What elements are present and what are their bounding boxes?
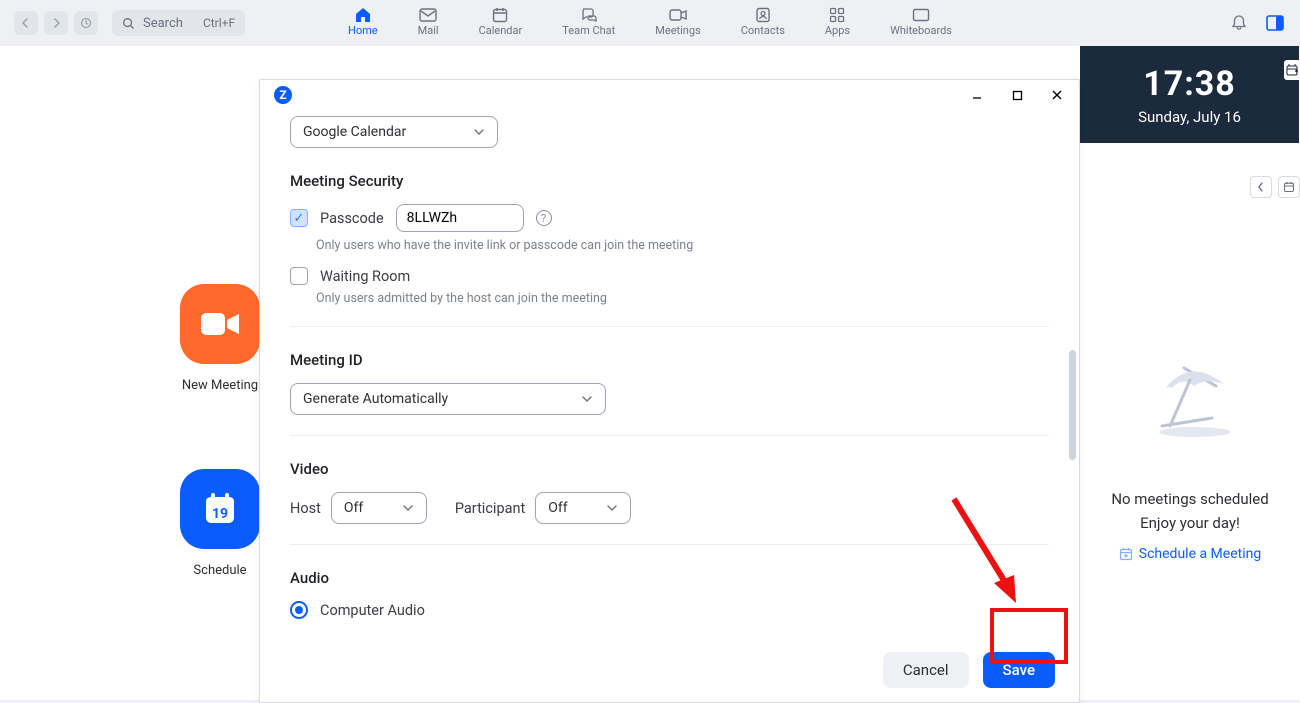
waiting-room-hint: Only users admitted by the host can join… — [316, 291, 1049, 306]
waiting-room-label: Waiting Room — [320, 268, 410, 285]
forward-button[interactable] — [44, 11, 68, 35]
mail-icon — [418, 6, 438, 24]
meeting-id-value: Generate Automatically — [303, 391, 448, 407]
side-panel: No meetings scheduled Enjoy your day! Sc… — [1080, 176, 1300, 562]
tab-teamchat[interactable]: Team Chat — [562, 6, 615, 37]
schedule-label: Schedule — [193, 563, 246, 578]
video-participant-label: Participant — [455, 500, 525, 517]
meeting-id-select[interactable]: Generate Automatically — [290, 383, 606, 415]
dialog-scrollbar[interactable] — [1069, 350, 1076, 460]
zoom-logo-icon: Z — [274, 86, 292, 104]
tab-label: Meetings — [655, 24, 700, 37]
calendar-select-value: Google Calendar — [303, 124, 406, 140]
tab-home[interactable]: Home — [348, 6, 378, 37]
chevron-down-icon — [473, 124, 485, 140]
contacts-icon — [753, 6, 773, 24]
chat-icon — [579, 6, 599, 24]
side-today-button[interactable] — [1278, 176, 1300, 198]
tab-label: Mail — [418, 24, 439, 37]
search-icon — [122, 17, 135, 30]
tab-label: Team Chat — [562, 24, 615, 37]
chevron-down-icon — [606, 500, 618, 516]
tab-label: Home — [348, 24, 378, 37]
svg-text:19: 19 — [212, 506, 228, 522]
video-icon — [668, 6, 688, 24]
apps-icon — [827, 6, 847, 24]
calendar-plus-icon — [1119, 547, 1133, 561]
passcode-input[interactable] — [396, 204, 524, 232]
tab-apps[interactable]: Apps — [825, 6, 850, 37]
cancel-button[interactable]: Cancel — [883, 652, 969, 688]
waiting-room-checkbox[interactable] — [290, 267, 308, 285]
search-shortcut: Ctrl+F — [203, 16, 235, 30]
annotation-highlight-box — [990, 608, 1068, 664]
main-area: New Meeting 19 Schedule 17:38 Sunday, Ju… — [0, 46, 1300, 700]
search-placeholder: Search — [143, 16, 183, 31]
calendar-icon — [490, 6, 510, 24]
video-participant-select[interactable]: Off — [535, 492, 631, 524]
meeting-id-heading: Meeting ID — [290, 351, 1049, 369]
history-button[interactable] — [74, 11, 98, 35]
umbrella-icon — [1140, 362, 1240, 448]
calendar-select[interactable]: Google Calendar — [290, 116, 498, 148]
panel-toggle-icon[interactable] — [1264, 12, 1286, 34]
audio-computer-radio[interactable] — [290, 601, 308, 619]
security-heading: Meeting Security — [290, 172, 1049, 190]
clock-time: 17:38 — [1143, 64, 1236, 104]
schedule-meeting-link[interactable]: Schedule a Meeting — [1119, 546, 1261, 562]
audio-computer-label: Computer Audio — [320, 602, 425, 619]
new-meeting-label: New Meeting — [182, 378, 258, 393]
video-heading: Video — [290, 460, 1049, 478]
clock-date: Sunday, July 16 — [1138, 108, 1241, 126]
dialog-titlebar: Z — [260, 80, 1079, 110]
chevron-down-icon — [581, 391, 593, 407]
passcode-label: Passcode — [320, 210, 384, 227]
tab-contacts[interactable]: Contacts — [741, 6, 785, 37]
maximize-button[interactable] — [1009, 87, 1025, 103]
close-button[interactable] — [1049, 87, 1065, 103]
video-host-label: Host — [290, 500, 321, 517]
passcode-checkbox[interactable] — [290, 209, 308, 227]
tab-label: Apps — [825, 24, 850, 37]
app-top-bar: Search Ctrl+F Home Mail Calendar Team Ch… — [0, 0, 1300, 46]
no-meetings-line1: No meetings scheduled — [1111, 490, 1268, 508]
info-icon[interactable]: ? — [536, 210, 552, 226]
tab-whiteboards[interactable]: Whiteboards — [890, 6, 952, 37]
home-icon — [353, 6, 373, 24]
tab-meetings[interactable]: Meetings — [655, 6, 700, 37]
calendar-icon: 19 — [200, 489, 240, 529]
schedule-meeting-link-text: Schedule a Meeting — [1139, 546, 1261, 562]
main-tabs: Home Mail Calendar Team Chat Meetings Co… — [348, 0, 952, 46]
chevron-down-icon — [402, 500, 414, 516]
passcode-hint: Only users who have the invite link or p… — [316, 238, 1049, 253]
schedule-meeting-dialog: Z Google Calendar Meeting Security Passc… — [259, 79, 1080, 703]
back-button[interactable] — [14, 11, 38, 35]
video-host-select[interactable]: Off — [331, 492, 427, 524]
minimize-button[interactable] — [969, 87, 985, 103]
tab-label: Calendar — [479, 24, 523, 37]
whiteboard-icon — [911, 6, 931, 24]
dialog-footer: Cancel Save — [260, 638, 1079, 702]
notification-bell-icon[interactable] — [1228, 12, 1250, 34]
clock-panel: 17:38 Sunday, July 16 — [1080, 46, 1299, 143]
no-meetings-line2: Enjoy your day! — [1140, 514, 1240, 532]
tab-label: Contacts — [741, 24, 785, 37]
search-box[interactable]: Search Ctrl+F — [112, 10, 245, 36]
new-meeting-tile[interactable] — [180, 284, 260, 364]
add-event-icon[interactable] — [1284, 60, 1299, 80]
tab-calendar[interactable]: Calendar — [479, 6, 523, 37]
side-prev-button[interactable] — [1250, 176, 1272, 198]
video-icon — [199, 309, 241, 339]
video-host-value: Off — [344, 500, 363, 516]
video-participant-value: Off — [548, 500, 567, 516]
tab-mail[interactable]: Mail — [418, 6, 439, 37]
schedule-tile[interactable]: 19 — [180, 469, 260, 549]
audio-heading: Audio — [290, 569, 1049, 587]
tab-label: Whiteboards — [890, 24, 952, 37]
